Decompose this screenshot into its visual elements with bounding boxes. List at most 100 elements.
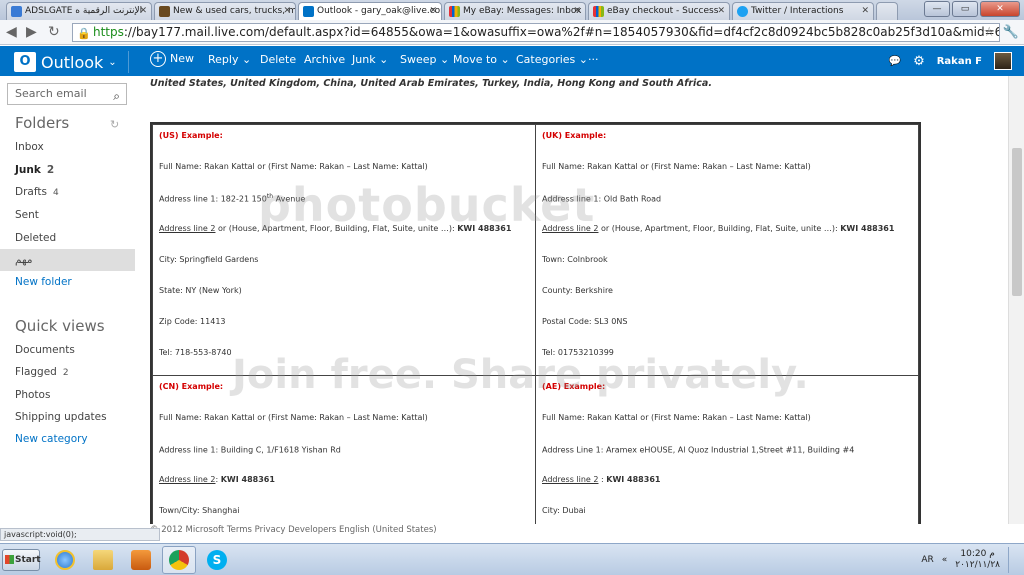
clock[interactable]: 10:20 م ٢٠١٢/١١/٢٨: [955, 549, 1000, 571]
taskbar-app[interactable]: [48, 546, 82, 574]
taskbar-app[interactable]: S: [200, 546, 234, 574]
categories-button[interactable]: Categories ⌄: [516, 53, 588, 66]
search-input[interactable]: Search email ⌕: [7, 83, 127, 105]
folder-item-inbox[interactable]: Inbox: [15, 141, 44, 153]
junk-button[interactable]: Junk ⌄: [352, 53, 388, 66]
bookmark-star-icon[interactable]: ☆: [983, 24, 995, 41]
outlook-logo[interactable]: O Outlook ⌄: [14, 51, 129, 73]
folder-item-junk[interactable]: Junk 2: [15, 164, 54, 176]
folder-item-drafts[interactable]: Drafts 4: [15, 186, 59, 198]
move-to-button[interactable]: Move to ⌄: [453, 53, 510, 66]
close-tab-icon[interactable]: ✕: [139, 3, 147, 19]
address-line-2-row: Address line 2 : KWI 488361: [542, 475, 660, 484]
taskbar-app-active[interactable]: [162, 546, 196, 574]
address-line-2-label: Address line 2: [542, 475, 599, 484]
full-name-row: Full Name: Rakan Kattal or (First Name: …: [159, 413, 428, 422]
reload-icon[interactable]: ↻: [48, 24, 60, 40]
divider: [127, 51, 129, 73]
browser-tab[interactable]: New & used cars, trucks, mo ✕: [154, 2, 296, 20]
address-detail: Tel: 718-553-8740: [159, 348, 232, 357]
tray-arrow-icon[interactable]: «: [942, 555, 948, 565]
example-header-row: (CN) Example:: [159, 382, 223, 391]
example-cell-uk: (UK) Example: Full Name: Rakan Kattal or …: [535, 124, 919, 376]
page-footer: © 2012 Microsoft Terms Privacy Developer…: [135, 524, 1008, 538]
browser-tab-strip: ADSLGATE الإنترنت الرقمية ه ✕ New & used …: [0, 0, 1024, 20]
user-name[interactable]: Rakan F: [937, 56, 982, 67]
address-line-1-value: 182-21 150: [218, 194, 267, 204]
address-detail: Town/City: Shanghai: [159, 506, 240, 515]
address-line-1-label: Address Line 1:: [542, 445, 604, 455]
address-detail: Town: Colnbrook: [542, 255, 608, 264]
back-arrow-icon[interactable]: ◀: [6, 24, 17, 40]
example-header: (UK) Example:: [542, 131, 607, 140]
address-detail-row: Town: Colnbrook: [542, 255, 608, 264]
messaging-icon[interactable]: 💬: [889, 56, 901, 67]
quick-view-shipping-updates[interactable]: Shipping updates: [15, 411, 107, 423]
archive-button[interactable]: Archive: [304, 53, 345, 66]
maximize-button[interactable]: ▭: [952, 1, 978, 17]
folder-item-sent[interactable]: Sent: [15, 209, 39, 221]
plus-circle-icon: +: [150, 51, 166, 67]
search-icon[interactable]: ⌕: [113, 86, 120, 106]
address-detail-row: Tel: 718-553-8740: [159, 348, 232, 357]
example-header-row: (US) Example:: [159, 131, 223, 140]
new-folder-link[interactable]: New folder: [15, 276, 72, 288]
chevron-down-icon: ⌄: [241, 53, 252, 66]
browser-tab[interactable]: Twitter / Interactions ✕: [732, 2, 874, 20]
start-button[interactable]: Start: [2, 549, 41, 571]
close-tab-icon[interactable]: ✕: [573, 3, 581, 19]
folder-item-deleted[interactable]: Deleted: [15, 232, 56, 244]
reply-button[interactable]: Reply ⌄: [208, 53, 251, 66]
new-tab-button[interactable]: [876, 2, 898, 20]
browser-tab-active[interactable]: Outlook - gary_oak@live.con ✕: [298, 2, 442, 20]
full-name-line: Full Name: Rakan Kattal or (First Name: …: [159, 162, 428, 171]
forward-arrow-icon[interactable]: ▶: [26, 24, 37, 40]
minimize-button[interactable]: —: [924, 1, 950, 17]
avatar[interactable]: [994, 52, 1012, 70]
close-tab-icon[interactable]: ✕: [429, 3, 437, 19]
delete-button[interactable]: Delete: [260, 53, 296, 66]
more-commands-button[interactable]: ···: [588, 53, 599, 66]
address-detail: City: Springfield Gardens: [159, 255, 259, 264]
show-desktop-button[interactable]: [1008, 547, 1016, 573]
refresh-icon[interactable]: ↻: [110, 118, 119, 131]
outlook-tab-icon: [303, 6, 314, 17]
quick-view-photos[interactable]: Photos: [15, 389, 50, 401]
full-name-row: Full Name: Rakan Kattal or (First Name: …: [159, 162, 428, 171]
close-tab-icon[interactable]: ✕: [717, 3, 725, 19]
full-name-row: Full Name: Rakan Kattal or (First Name: …: [542, 413, 811, 422]
folder-item-custom[interactable]: مهم: [15, 254, 32, 266]
address-line-2-label: Address line 2: [542, 224, 599, 233]
adslgate-icon: [11, 6, 22, 17]
address-line-1-tail: Avenue: [273, 194, 306, 204]
quick-view-flagged[interactable]: Flagged 2: [15, 366, 69, 378]
example-header-row: (AE) Example:: [542, 382, 605, 391]
scrollbar-thumb[interactable]: [1012, 148, 1022, 296]
taskbar-app[interactable]: [86, 546, 120, 574]
folder-pane: Search email ⌕ Folders ↻ Inbox Junk 2 Draf…: [0, 76, 135, 524]
reading-pane: United States, United Kingdom, China, Un…: [135, 76, 1008, 524]
sweep-button[interactable]: Sweep ⌄: [400, 53, 449, 66]
close-tab-icon[interactable]: ✕: [861, 3, 869, 19]
new-category-link[interactable]: New category: [15, 433, 88, 445]
url-input[interactable]: 🔒 https://bay177.mail.live.com/default.as…: [72, 23, 1000, 42]
chevron-down-icon: ⌄: [379, 53, 389, 66]
close-window-button[interactable]: ✕: [980, 1, 1020, 17]
browser-status-bar: javascript:void(0);: [0, 528, 160, 541]
taskbar-app[interactable]: [124, 546, 158, 574]
new-button[interactable]: + New: [150, 51, 194, 67]
browser-tab[interactable]: My eBay: Messages: Inbox ✕: [444, 2, 586, 20]
address-detail-row: County: Berkshire: [542, 286, 613, 295]
browser-tab[interactable]: ADSLGATE الإنترنت الرقمية ه ✕: [6, 2, 152, 20]
address-detail-row: City: Dubai: [542, 506, 586, 515]
quick-view-documents[interactable]: Documents: [15, 344, 75, 356]
close-tab-icon[interactable]: ✕: [283, 3, 291, 19]
language-indicator[interactable]: AR: [921, 555, 933, 565]
browser-tab[interactable]: eBay checkout - Success ✕: [588, 2, 730, 20]
wrench-icon[interactable]: 🔧: [1003, 25, 1019, 40]
address-detail-row: Postal Code: SL3 0NS: [542, 317, 627, 326]
vertical-scrollbar[interactable]: [1008, 76, 1024, 524]
gear-icon[interactable]: ⚙: [913, 54, 925, 69]
address-code: KWI 488361: [606, 475, 661, 484]
address-line-1-row: Address line 1: Old Bath Road: [542, 193, 661, 204]
